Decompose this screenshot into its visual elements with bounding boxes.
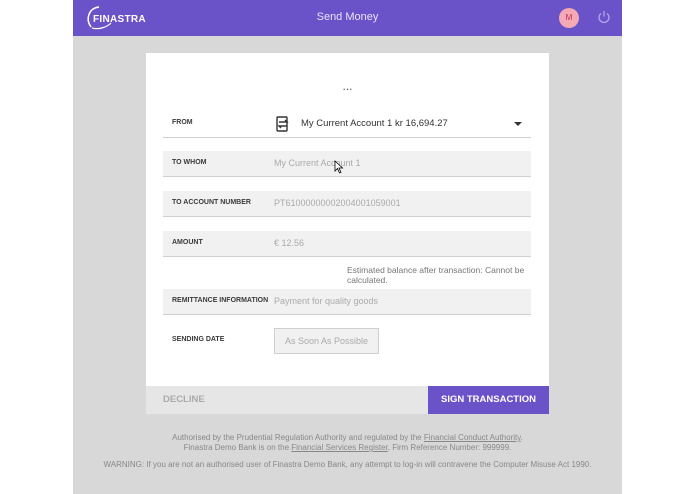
- to-account-number-field[interactable]: TO ACCOUNT NUMBER PT61000000002004001059…: [163, 191, 531, 217]
- footer-line2-suffix: , Firm Reference Number: 999999.: [387, 443, 512, 452]
- from-label: FROM: [172, 119, 193, 126]
- footer-regulatory: Authorised by the Prudential Regulation …: [73, 433, 622, 453]
- fs-register-link[interactable]: Financial Services Register: [291, 443, 387, 452]
- estimated-balance-text: Estimated balance after transaction: Can…: [347, 265, 525, 285]
- to-account-number-label: TO ACCOUNT NUMBER: [172, 199, 251, 206]
- to-whom-label: TO WHOM: [172, 159, 207, 166]
- to-whom-field[interactable]: TO WHOM My Current Account 1: [163, 151, 531, 177]
- footer-line1-prefix: Authorised by the Prudential Regulation …: [172, 433, 422, 442]
- fca-link[interactable]: Financial Conduct Authority: [424, 433, 521, 442]
- avatar[interactable]: M: [559, 8, 579, 28]
- remittance-field[interactable]: REMITTANCE INFORMATION Payment for quali…: [163, 289, 531, 315]
- footer-line1-suffix: .: [520, 433, 523, 442]
- to-account-number-value[interactable]: PT61000000002004001059001: [274, 198, 401, 208]
- amount-field[interactable]: AMOUNT € 12.56: [163, 231, 531, 257]
- from-value: My Current Account 1 kr 16,694.27: [301, 118, 448, 129]
- from-select[interactable]: FROM My Current Account 1 kr 16,694.27: [163, 110, 531, 138]
- sign-transaction-button[interactable]: SIGN TRANSACTION: [428, 386, 549, 414]
- loading-dots: ...: [342, 79, 353, 93]
- decline-button[interactable]: DECLINE: [146, 386, 428, 414]
- sending-date-row: SENDING DATE As Soon As Possible: [163, 325, 531, 354]
- page-title: Send Money: [316, 11, 379, 23]
- sending-date-button[interactable]: As Soon As Possible: [274, 328, 379, 354]
- mouse-cursor: [334, 160, 344, 174]
- footer-line2-prefix: Finastra Demo Bank is on the: [183, 443, 290, 452]
- top-bar: FINASTRA Send Money M: [73, 0, 622, 36]
- sending-date-label: SENDING DATE: [172, 336, 225, 343]
- caret-down-icon[interactable]: [514, 122, 522, 126]
- app-window: FINASTRA Send Money M ... FROM My Curren…: [73, 0, 622, 494]
- to-whom-value[interactable]: My Current Account 1: [274, 158, 361, 168]
- send-money-form: ... FROM My Current Account 1 kr 16,694.…: [146, 53, 549, 386]
- remittance-value[interactable]: Payment for quality goods: [274, 296, 378, 306]
- amount-value[interactable]: € 12.56: [274, 238, 304, 248]
- remittance-label: REMITTANCE INFORMATION: [172, 297, 269, 304]
- power-icon[interactable]: [597, 10, 611, 24]
- amount-label: AMOUNT: [172, 239, 203, 246]
- account-transfer-icon: [276, 116, 289, 132]
- footer-warning: WARNING: If you are not an authorised us…: [103, 460, 592, 469]
